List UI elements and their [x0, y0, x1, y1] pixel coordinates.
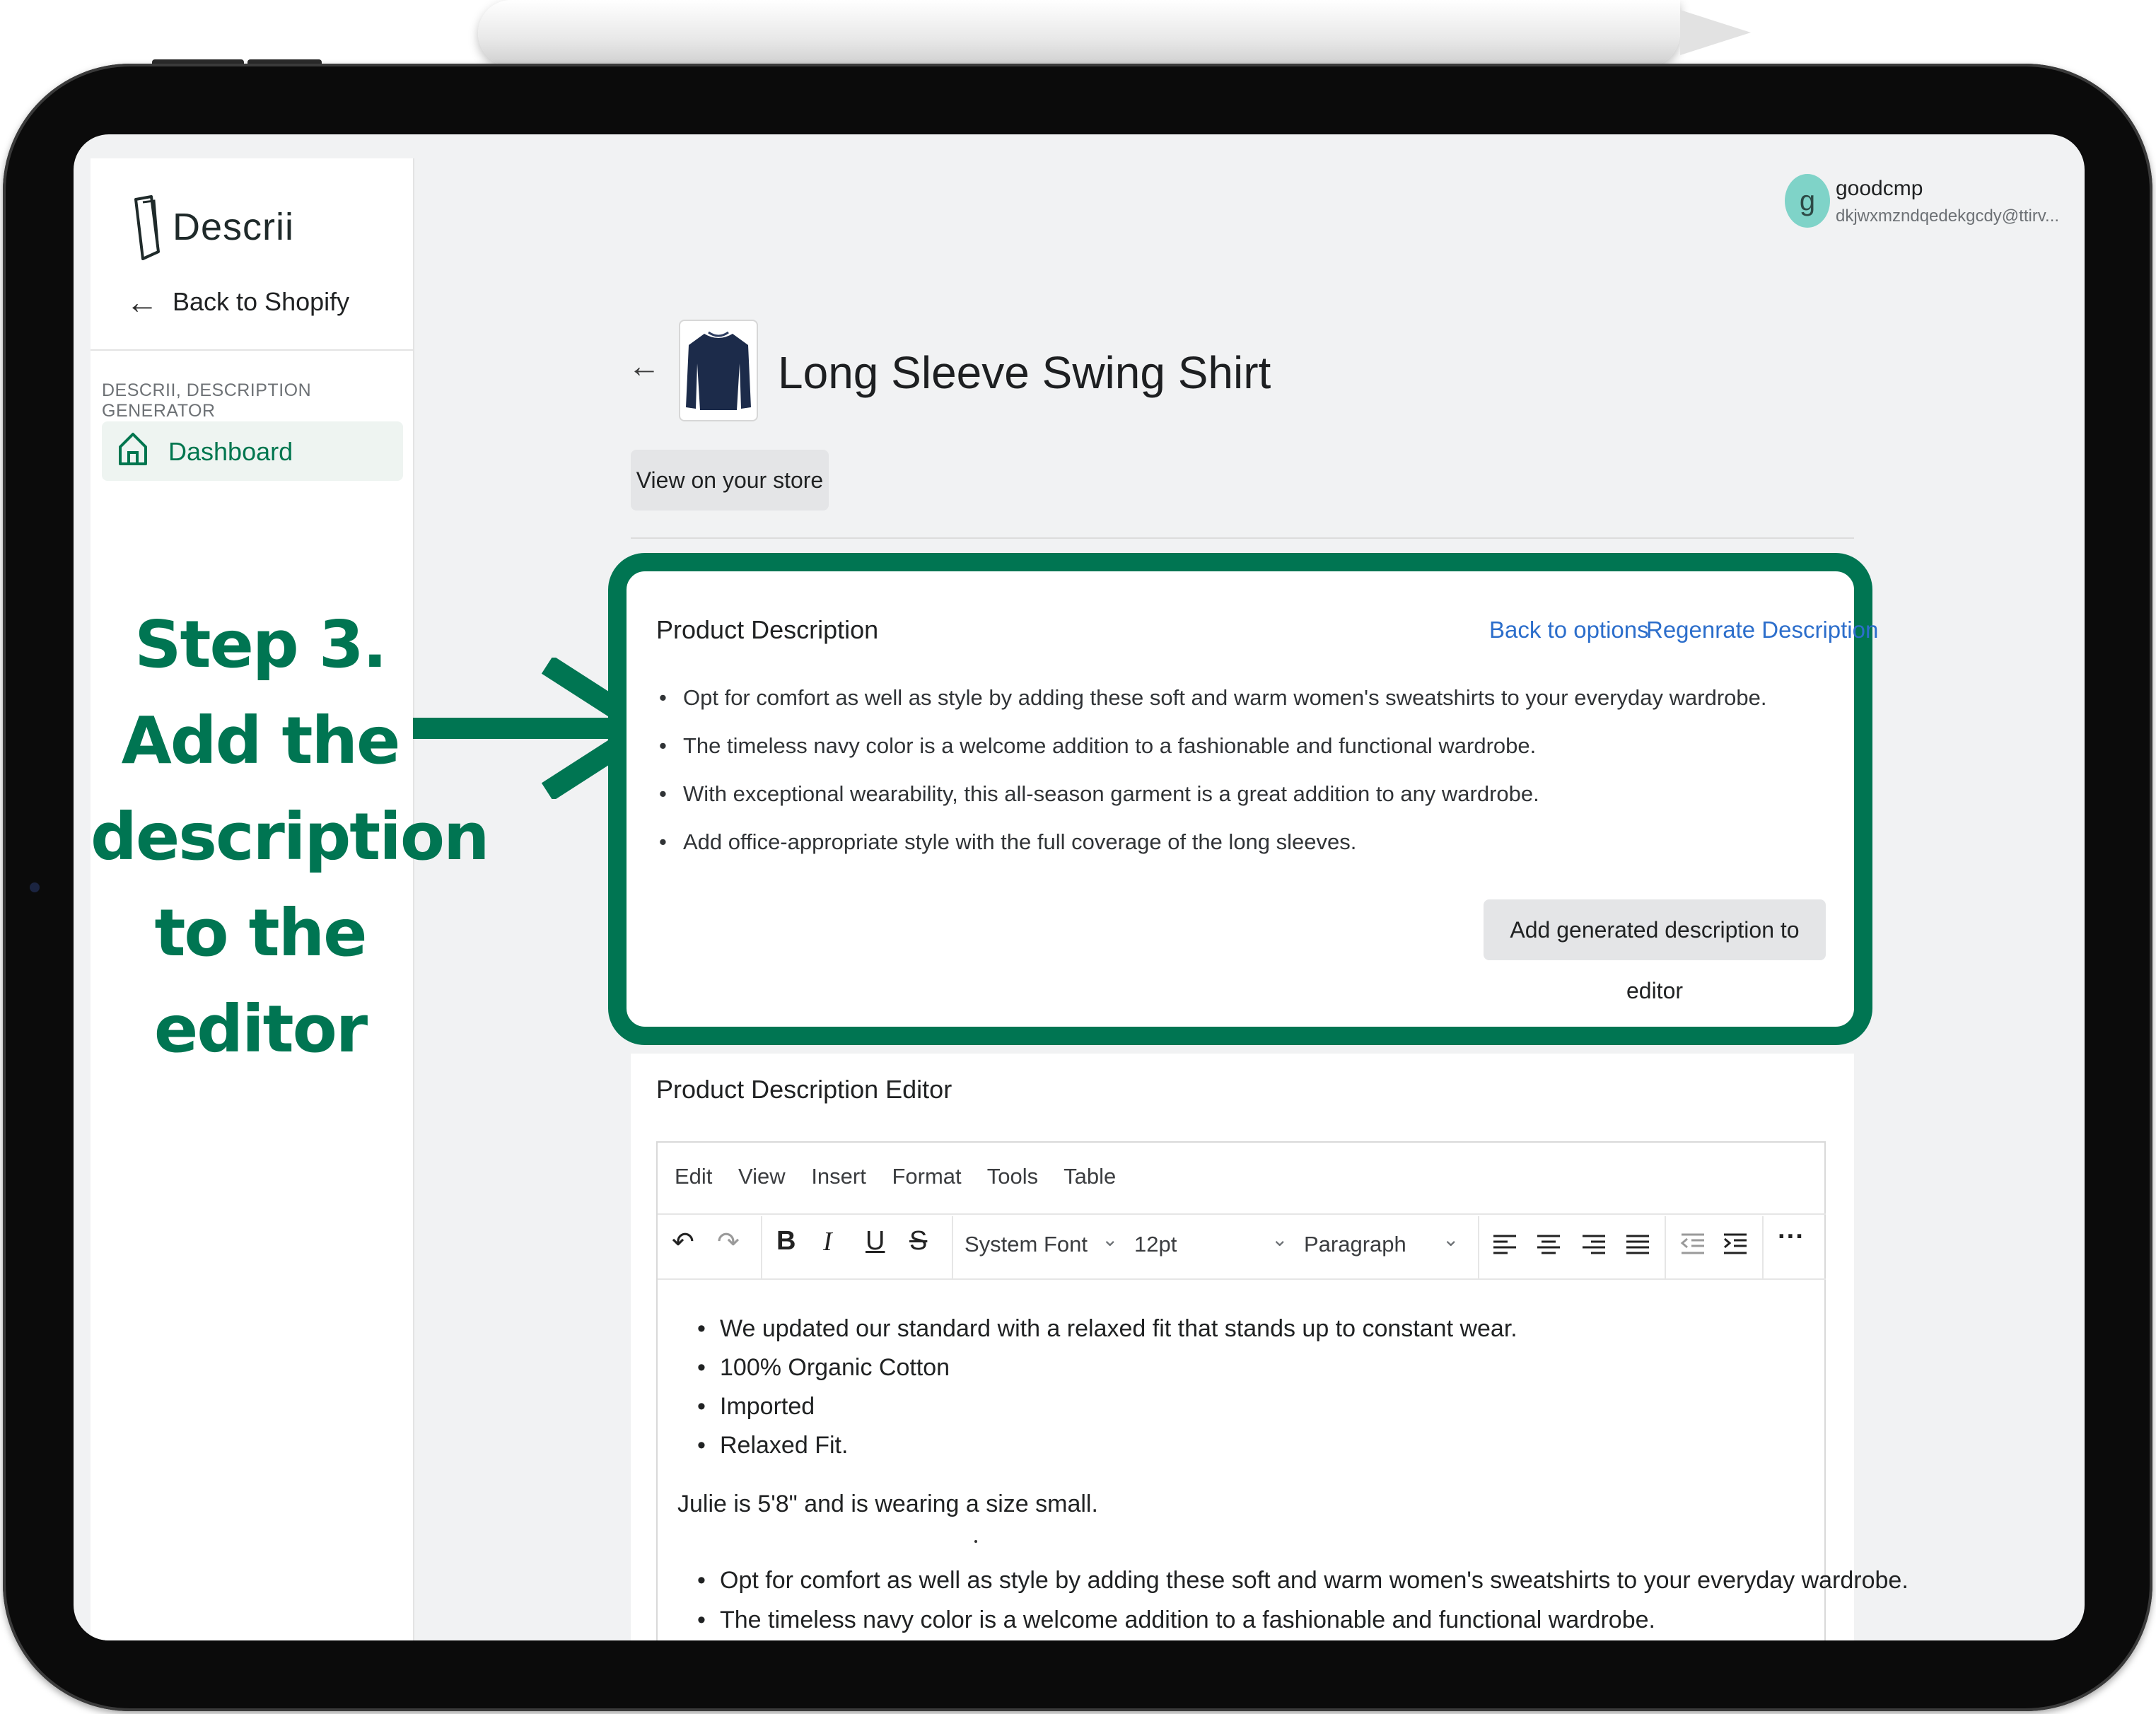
list-item[interactable]: Imported: [697, 1390, 1517, 1429]
descrii-logo-icon: [134, 195, 160, 260]
indent-icon[interactable]: [1723, 1232, 1748, 1257]
regenerate-description-link[interactable]: Regenrate Description: [1646, 617, 1878, 643]
shirt-image-icon: [686, 331, 751, 410]
editor-content-list[interactable]: Opt for comfort as well as style by addi…: [697, 1564, 1909, 1640]
align-right-icon[interactable]: [1581, 1232, 1607, 1257]
chevron-down-icon[interactable]: ⌄: [1443, 1228, 1459, 1251]
step-annotation-line: Step 3.: [134, 607, 387, 682]
menu-format[interactable]: Format: [892, 1164, 961, 1189]
editor-title: Product Description Editor: [656, 1075, 952, 1104]
house-icon: [119, 433, 147, 465]
toolbar-separator: [761, 1216, 762, 1278]
align-left-icon[interactable]: [1492, 1232, 1517, 1257]
sidebar-item-dashboard[interactable]: Dashboard: [102, 421, 403, 481]
toolbar-divider: [658, 1278, 1826, 1280]
menu-view[interactable]: View: [738, 1164, 786, 1189]
step-annotation: Step 3. Add the description to the edito…: [91, 597, 490, 1078]
menu-insert[interactable]: Insert: [811, 1164, 866, 1189]
list-item: Add office-appropriate style with the fu…: [659, 827, 1833, 875]
page-back-arrow-icon[interactable]: ←: [628, 346, 660, 385]
app-logo-text: Descrii: [173, 206, 295, 248]
menu-table[interactable]: Table: [1064, 1164, 1116, 1189]
editor-content-list[interactable]: We updated our standard with a relaxed f…: [697, 1312, 1517, 1468]
list-item[interactable]: The timeless navy color is a welcome add…: [697, 1604, 1909, 1640]
back-arrow-icon[interactable]: ←: [126, 283, 158, 321]
list-item: With exceptional wearability, this all-s…: [659, 779, 1833, 827]
font-size-select[interactable]: 12pt: [1134, 1232, 1177, 1257]
strikethrough-icon[interactable]: S: [909, 1226, 927, 1257]
sidebar-divider: [91, 349, 413, 351]
user-name: goodcmp: [1836, 177, 1923, 200]
list-item[interactable]: We updated our standard with a relaxed f…: [697, 1312, 1517, 1351]
user-email: dkjwxmzndqedekgcdy@ttirv...: [1836, 206, 2060, 226]
header-divider: [631, 537, 1854, 539]
redo-icon[interactable]: ↷: [717, 1226, 740, 1258]
sidebar: Descrii ← Back to Shopify DESCRII, DESCR…: [91, 158, 490, 1640]
undo-icon[interactable]: ↶: [672, 1226, 694, 1258]
list-item[interactable]: Opt for comfort as well as style by addi…: [697, 1564, 1909, 1604]
view-on-store-button[interactable]: View on your store: [631, 450, 829, 511]
product-thumbnail: [679, 320, 758, 421]
menu-edit[interactable]: Edit: [675, 1164, 712, 1189]
list-item[interactable]: 100% Organic Cotton: [697, 1351, 1517, 1390]
list-item[interactable]: Relaxed Fit.: [697, 1429, 1517, 1468]
toolbar-separator: [952, 1216, 953, 1278]
outdent-icon[interactable]: [1680, 1232, 1706, 1257]
list-item: Opt for comfort as well as style by addi…: [659, 683, 1833, 731]
more-options-icon[interactable]: ···: [1778, 1222, 1805, 1252]
block-format-select[interactable]: Paragraph: [1304, 1232, 1406, 1257]
step-annotation-line: to the: [154, 895, 367, 971]
toolbar-separator: [1478, 1216, 1479, 1278]
page-title: Long Sleeve Swing Shirt: [778, 347, 1271, 398]
toolbar-separator: [1665, 1216, 1666, 1278]
add-to-editor-button[interactable]: Add generated description to editor: [1484, 899, 1826, 1003]
generated-description-list: Opt for comfort as well as style by addi…: [659, 683, 1833, 875]
rich-text-editor: Edit View Insert Format Tools Table ↶ ↷ …: [656, 1141, 1909, 1640]
text-cursor: [974, 1540, 977, 1543]
apple-pencil-tip: [1680, 10, 1751, 55]
align-justify-icon[interactable]: [1625, 1232, 1650, 1257]
font-family-select[interactable]: System Font: [965, 1232, 1088, 1257]
back-to-options-link[interactable]: Back to options: [1489, 617, 1649, 643]
italic-icon[interactable]: I: [823, 1226, 832, 1257]
step-annotation-line: editor: [153, 991, 368, 1067]
toolbar-divider: [658, 1213, 1826, 1215]
list-item: The timeless navy color is a welcome add…: [659, 731, 1833, 779]
chevron-down-icon[interactable]: ⌄: [1102, 1228, 1118, 1251]
sidebar-section-label: DESCRII, DESCRIPTION GENERATOR: [102, 380, 312, 421]
editor-paragraph[interactable]: Julie is 5'8" and is wearing a size smal…: [677, 1491, 1098, 1518]
sidebar-item-label: Dashboard: [168, 437, 293, 466]
step-annotation-line: Add the: [121, 703, 401, 779]
step-annotation-line: description: [91, 799, 490, 875]
underline-icon[interactable]: U: [866, 1226, 885, 1257]
menu-tools[interactable]: Tools: [987, 1164, 1038, 1189]
editor-menubar: Edit View Insert Format Tools Table: [675, 1164, 1136, 1189]
product-description-title: Product Description: [656, 615, 879, 644]
apple-pencil: [478, 0, 1680, 66]
toolbar-separator: [1762, 1216, 1764, 1278]
avatar[interactable]: g: [1785, 174, 1830, 228]
align-center-icon[interactable]: [1536, 1232, 1561, 1257]
bold-icon[interactable]: B: [776, 1226, 796, 1257]
back-to-shopify-link[interactable]: Back to Shopify: [173, 287, 349, 317]
app-screen: Descrii ← Back to Shopify DESCRII, DESCR…: [74, 134, 2085, 1640]
chevron-down-icon[interactable]: ⌄: [1271, 1228, 1288, 1251]
camera-dot: [30, 882, 40, 892]
